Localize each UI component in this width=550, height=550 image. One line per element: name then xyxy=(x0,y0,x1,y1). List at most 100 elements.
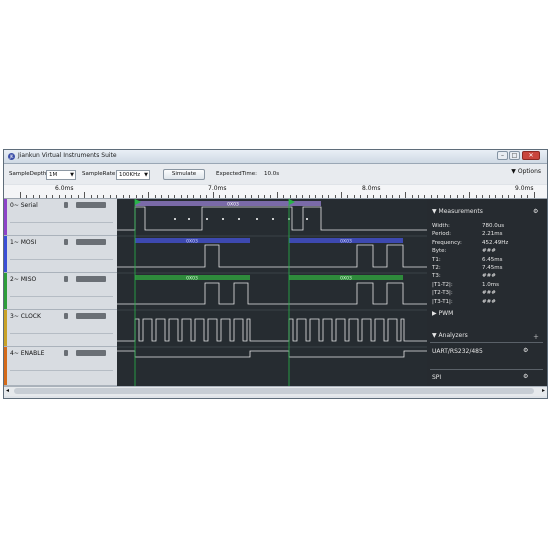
ruler-tick xyxy=(231,195,233,198)
simulate-button[interactable]: Simulate xyxy=(163,169,205,180)
channel-name: 3~ CLOCK xyxy=(10,313,41,320)
scroll-left-icon[interactable]: ◂ xyxy=(6,387,9,394)
ruler-tick xyxy=(109,195,111,198)
ruler-tick xyxy=(90,195,92,198)
measurements-settings-icon[interactable]: ⚙ xyxy=(533,208,538,215)
analyzer-settings-icon[interactable]: ⚙ xyxy=(523,347,528,354)
channel-panel: 0~ Serial 1~ MOSI 2~ MISO 3~ CLOCK 4~ EN… xyxy=(4,199,117,386)
ruler-tick xyxy=(353,195,355,198)
mosi-waveform xyxy=(117,244,427,268)
channel-name: 2~ MISO xyxy=(10,276,37,283)
measurement-label: Frequency: xyxy=(432,239,462,246)
analyzer-item[interactable]: UART/RS232/485 xyxy=(432,348,483,355)
ruler-tick xyxy=(116,195,118,198)
channel-divider xyxy=(10,370,113,371)
ruler-label: 7.0ms xyxy=(208,185,227,192)
measurement-value: ### xyxy=(482,298,496,305)
window-title: Jiankun Virtual Instruments Suite xyxy=(18,152,117,159)
options-arrow-icon: ▼ xyxy=(511,168,516,175)
ruler-tick xyxy=(32,195,34,198)
scroll-right-icon[interactable]: ▸ xyxy=(542,387,545,394)
ruler-tick xyxy=(315,195,317,198)
analyzer-settings-icon[interactable]: ⚙ xyxy=(523,373,528,380)
ruler-tick xyxy=(84,192,86,198)
measurement-value: 1.0ms xyxy=(482,281,499,288)
add-analyzer-icon[interactable]: ＋ xyxy=(533,332,539,341)
measurement-label: |T2-T3|: xyxy=(432,290,453,297)
close-button[interactable]: ✕ xyxy=(522,151,540,160)
measurement-value: ### xyxy=(482,273,496,280)
measurement-value: 2.21ms xyxy=(482,231,503,238)
chevron-down-icon: ▼ xyxy=(144,172,148,178)
ruler-tick xyxy=(283,195,285,198)
channel-row-enable[interactable]: 4~ ENABLE xyxy=(4,347,117,386)
channel-name: 1~ MOSI xyxy=(10,239,37,246)
horizontal-scrollbar[interactable]: ◂ ▸ xyxy=(4,386,547,396)
ruler-tick xyxy=(238,195,240,198)
ruler-tick xyxy=(148,192,150,198)
ruler-tick xyxy=(167,195,169,198)
analyzers-header[interactable]: ▼ Analyzers xyxy=(432,332,468,339)
sample-depth-select[interactable]: 1M ▼ xyxy=(46,170,76,180)
channel-row-clock[interactable]: 3~ CLOCK xyxy=(4,310,117,347)
ruler-tick xyxy=(475,195,477,198)
minimize-button[interactable]: – xyxy=(497,151,508,160)
measurement-value: 452.49Hz xyxy=(482,239,509,246)
ruler-tick xyxy=(334,195,336,198)
ruler-tick xyxy=(296,195,298,198)
ruler-tick xyxy=(257,195,259,198)
ruler-tick xyxy=(424,195,426,198)
sample-rate-select[interactable]: 100KHz ▼ xyxy=(116,170,150,180)
expand-arrow-icon: ▶ xyxy=(432,310,437,317)
scrollbar-thumb[interactable] xyxy=(14,388,534,394)
pwm-title: PWM xyxy=(438,310,454,317)
channel-row-miso[interactable]: 2~ MISO xyxy=(4,273,117,310)
channel-row-mosi[interactable]: 1~ MOSI xyxy=(4,236,117,273)
waveform-area[interactable]: 0X03 0X03 0X03 0X03 0X03 xyxy=(117,199,427,386)
ruler-tick xyxy=(219,195,221,198)
expected-time-label: ExpectedTime: xyxy=(216,171,257,177)
ruler-tick xyxy=(71,195,73,198)
measurement-value: ### xyxy=(482,248,496,255)
analyzer-item[interactable]: SPI xyxy=(432,374,441,381)
ruler-tick xyxy=(186,195,188,198)
options-menu[interactable]: ▼ Options xyxy=(511,168,541,175)
ruler-tick xyxy=(418,195,420,198)
ruler-tick xyxy=(174,195,176,198)
ruler-tick xyxy=(430,195,432,198)
ruler-tick xyxy=(225,195,227,198)
ruler-tick xyxy=(103,195,105,198)
app-logo-icon: JK xyxy=(8,153,15,160)
mosi-bus-label: 0X03 xyxy=(186,239,198,245)
measurements-header[interactable]: ▼ Measurements xyxy=(432,208,483,215)
ruler-label: 8.0ms xyxy=(362,185,381,192)
ruler-tick xyxy=(328,195,330,198)
channel-row-serial[interactable]: 0~ Serial xyxy=(4,199,117,236)
app-window: JK Jiankun Virtual Instruments Suite – □… xyxy=(3,149,548,399)
miso-waveform xyxy=(117,282,427,305)
channel-divider xyxy=(10,296,113,297)
miso-bus-label: 0X03 xyxy=(186,276,198,282)
ruler-tick xyxy=(495,195,497,198)
ruler-tick xyxy=(462,195,464,198)
maximize-button[interactable]: □ xyxy=(509,151,520,160)
ruler-tick xyxy=(360,195,362,198)
channel-color-stripe xyxy=(4,347,7,385)
ruler-tick xyxy=(514,195,516,198)
ruler-tick xyxy=(26,195,28,198)
channel-divider xyxy=(10,259,113,260)
measurement-label: Width: xyxy=(432,223,450,229)
ruler-tick xyxy=(302,195,304,198)
ruler-tick xyxy=(437,195,439,198)
ruler-tick xyxy=(456,195,458,198)
ruler-tick xyxy=(501,195,503,198)
time-ruler[interactable]: 6.0ms 7.0ms 8.0ms 9.0ms xyxy=(4,185,547,199)
clock-waveform xyxy=(117,318,427,342)
ruler-tick xyxy=(129,195,131,198)
channel-color-stripe xyxy=(4,236,7,272)
collapse-arrow-icon: ▼ xyxy=(432,208,437,215)
ruler-tick xyxy=(77,195,79,198)
divider xyxy=(430,369,543,370)
ruler-label: 6.0ms xyxy=(55,185,74,192)
pwm-header[interactable]: ▶ PWM xyxy=(432,310,453,317)
